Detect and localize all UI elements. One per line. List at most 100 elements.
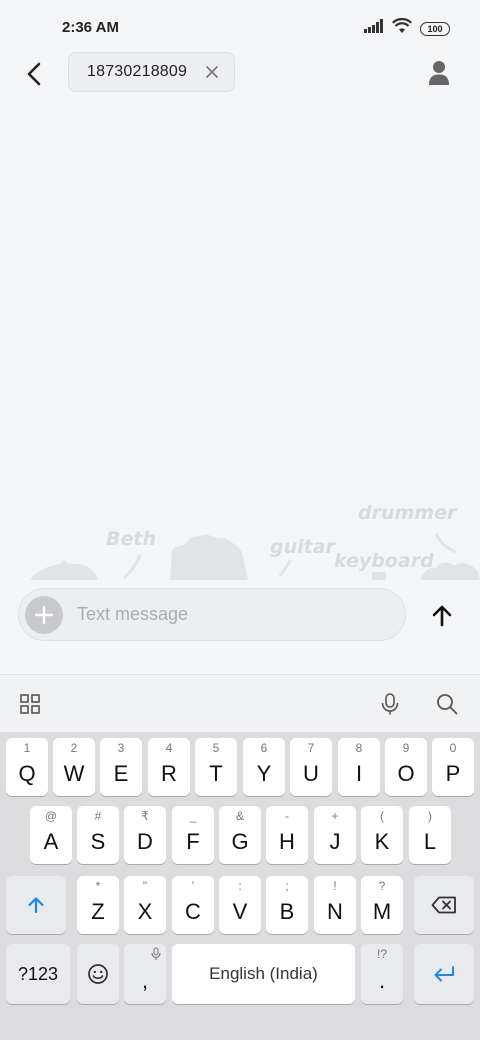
shift-key[interactable] — [6, 876, 66, 934]
key-c[interactable]: ' C — [172, 876, 214, 934]
key-w[interactable]: 2W — [53, 738, 95, 796]
key-d[interactable]: ₹ D — [124, 806, 166, 864]
person-icon — [429, 61, 449, 85]
key-label: M — [372, 899, 392, 924]
key-label: U — [303, 761, 319, 786]
signal-icon — [364, 19, 384, 38]
key-label: Z — [91, 899, 105, 924]
shift-arrow-icon — [28, 897, 44, 914]
key-f[interactable]: _ F — [172, 806, 214, 864]
key-s[interactable]: # S — [77, 806, 119, 864]
key-label: P — [445, 761, 461, 786]
key-hint: ! — [333, 879, 337, 893]
key-hint: 6 — [260, 741, 268, 755]
key-label: , — [141, 968, 149, 993]
status-time: 2:36 AM — [62, 19, 119, 36]
microphone-icon — [381, 693, 399, 715]
key-label: J — [329, 829, 341, 854]
key-n[interactable]: ! N — [314, 876, 356, 934]
key-label: F — [186, 829, 200, 854]
key-h[interactable]: -H — [266, 806, 308, 864]
key-label: A — [43, 829, 59, 854]
key-hint: * — [95, 879, 101, 893]
enter-key[interactable] — [414, 944, 474, 1004]
key-j[interactable]: + J — [314, 806, 356, 864]
key-hint: 3 — [117, 741, 125, 755]
add-attachment-button[interactable] — [25, 596, 63, 634]
backspace-key[interactable] — [414, 876, 474, 934]
key-hint: 4 — [165, 741, 173, 755]
key-hint: 1 — [23, 741, 31, 755]
key-label: V — [232, 899, 248, 924]
key-o[interactable]: 9O — [385, 738, 427, 796]
space-key[interactable]: English (India) — [172, 944, 355, 1004]
key-hint: 7 — [307, 741, 315, 755]
key-t[interactable]: 5T — [195, 738, 237, 796]
key-g[interactable]: & G — [219, 806, 261, 864]
key-label: G — [231, 829, 249, 854]
key-label: T — [209, 761, 223, 786]
search-icon — [437, 694, 458, 715]
enter-icon — [434, 966, 454, 982]
key-hint: 9 — [402, 741, 410, 755]
top-bar: 18730218809 — [0, 52, 480, 94]
keyboard-search-button[interactable] — [432, 689, 462, 719]
grid-icon — [20, 694, 40, 714]
key-k[interactable]: (K — [361, 806, 403, 864]
status-icons: 100 — [364, 17, 450, 39]
send-button[interactable] — [424, 598, 460, 634]
contact-button[interactable] — [424, 58, 454, 88]
key-hint: ) — [428, 809, 432, 823]
key-v[interactable]: :V — [219, 876, 261, 934]
keyboard: 1Q 2W 3E 4R 5T 6Y 7U 8I 9O 0P @ A # S ₹ D _… — [0, 732, 480, 1040]
period-key[interactable]: !?. — [361, 944, 403, 1004]
key-m[interactable]: ? M — [361, 876, 403, 934]
key-label: English (India) — [209, 964, 318, 983]
key-b[interactable]: ; B — [266, 876, 308, 934]
key-hint: ( — [380, 809, 384, 823]
emoji-key[interactable] — [77, 944, 119, 1004]
key-label: K — [374, 829, 390, 854]
key-hint: ; — [285, 879, 289, 893]
key-p[interactable]: 0P — [432, 738, 474, 796]
back-arrow-icon — [27, 62, 41, 86]
key-hint: & — [235, 809, 244, 823]
empty-state-illustration: Beth guitar drummer keyboard — [0, 500, 480, 582]
comma-key[interactable]: , — [124, 944, 166, 1004]
battery-icon: 100 — [420, 21, 450, 36]
symbols-key[interactable]: ?123 — [6, 944, 70, 1004]
key-i[interactable]: 8I — [338, 738, 380, 796]
back-button[interactable] — [18, 58, 50, 90]
key-hint: _ — [189, 809, 197, 823]
keyboard-toolbar — [0, 675, 480, 732]
key-x[interactable]: " X — [124, 876, 166, 934]
keyboard-menu-button[interactable] — [15, 689, 45, 719]
key-label: O — [397, 761, 415, 786]
key-hint: 0 — [449, 741, 457, 755]
illustration-word: drummer — [358, 502, 457, 524]
key-l[interactable]: ) L — [409, 806, 451, 864]
key-hint: ? — [378, 879, 386, 893]
key-e[interactable]: 3E — [100, 738, 142, 796]
key-hint: @ — [44, 809, 58, 823]
recipient-chip[interactable]: 18730218809 — [68, 52, 235, 92]
key-label: R — [161, 761, 177, 786]
compose-bar — [18, 588, 406, 641]
key-a[interactable]: @ A — [30, 806, 72, 864]
key-label: L — [423, 829, 437, 854]
key-u[interactable]: 7U — [290, 738, 332, 796]
key-q[interactable]: 1Q — [6, 738, 48, 796]
key-label: B — [279, 899, 295, 924]
key-y[interactable]: 6Y — [243, 738, 285, 796]
key-r[interactable]: 4R — [148, 738, 190, 796]
key-hint: : — [238, 879, 242, 893]
key-hint: " — [142, 879, 148, 893]
plus-icon — [34, 605, 54, 625]
voice-input-button[interactable] — [375, 689, 405, 719]
key-hint: 2 — [70, 741, 78, 755]
key-hint: - — [285, 809, 289, 823]
message-input[interactable] — [77, 589, 397, 640]
key-z[interactable]: * Z — [77, 876, 119, 934]
remove-recipient-icon[interactable] — [204, 64, 220, 80]
key-label: W — [63, 761, 85, 786]
